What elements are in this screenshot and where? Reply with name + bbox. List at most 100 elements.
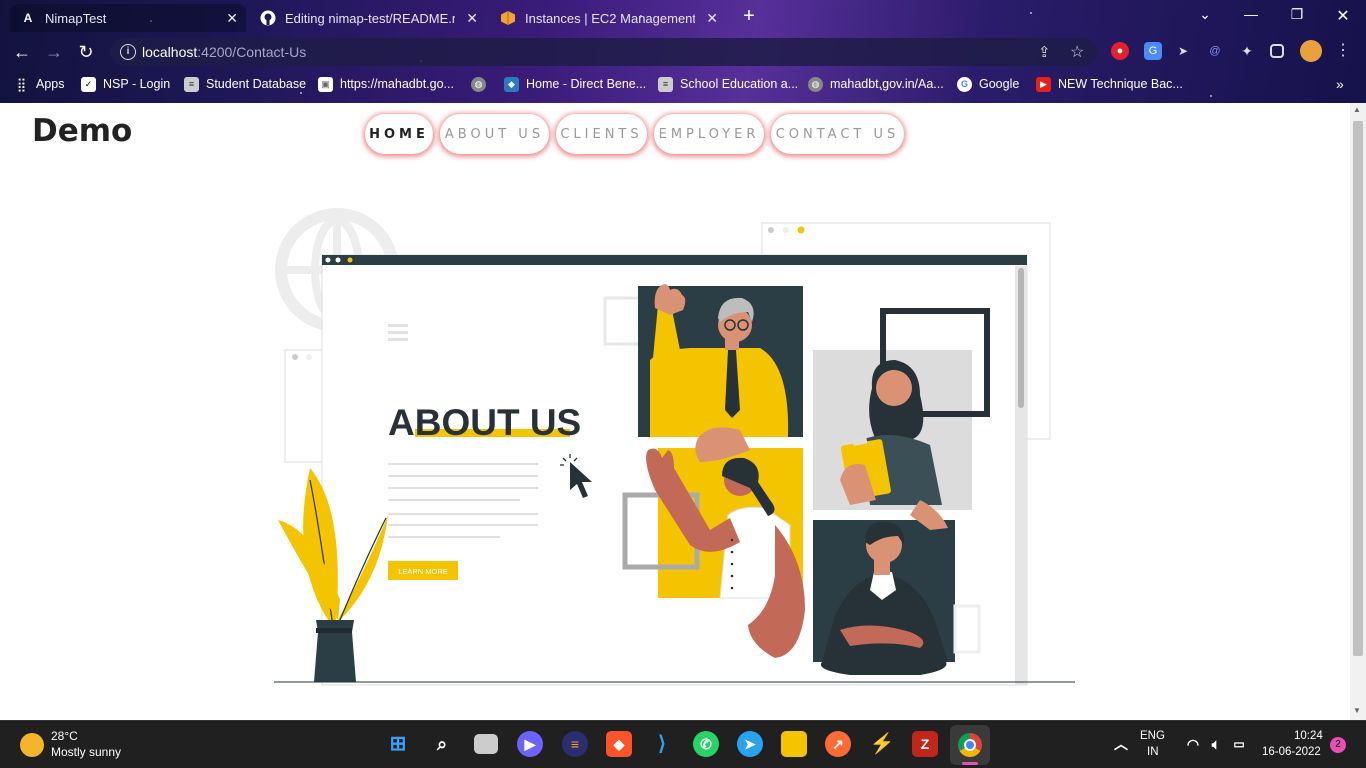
- github-icon: [260, 10, 276, 26]
- browser-toolbar: ← → ↻ i localhost:4200/Contact-Us ⇪ ☆ ● …: [0, 34, 1366, 70]
- page-scrollbar[interactable]: ▲ ▼: [1350, 103, 1366, 720]
- telegram-icon[interactable]: ➤: [737, 731, 763, 757]
- bookmark-globe[interactable]: ◍: [471, 74, 493, 94]
- language-top[interactable]: ENG: [1140, 730, 1165, 742]
- bookmark-label: Home - Direct Bene...: [526, 77, 647, 91]
- nav-about-us[interactable]: ABOUT US: [440, 114, 549, 154]
- close-icon[interactable]: ✕: [466, 10, 478, 27]
- weather-temperature[interactable]: 28°C: [51, 729, 78, 743]
- postman-icon[interactable]: ↗: [825, 731, 851, 757]
- bookmark-nsp[interactable]: ✓ NSP - Login: [81, 74, 170, 94]
- bookmark-google[interactable]: G Google: [957, 74, 1019, 94]
- bookmark-label: Apps: [36, 77, 65, 91]
- bookmarks-bar: ⣿ Apps ✓ NSP - Login ≡ Student Database ▣ ht…: [0, 72, 1366, 96]
- bookmark-star-icon[interactable]: ☆: [1070, 42, 1084, 62]
- clock-date[interactable]: 16-06-2022: [1262, 746, 1321, 758]
- tab-title: Instances | EC2 Management Con: [525, 10, 695, 26]
- weather-description[interactable]: Mostly sunny: [51, 745, 121, 759]
- nav-employer[interactable]: EMPLOYER: [654, 114, 764, 154]
- extensions-icon[interactable]: ✦: [1238, 42, 1256, 60]
- bookmark-label: Google: [979, 77, 1020, 91]
- notification-badge[interactable]: 2: [1330, 737, 1346, 753]
- restore-button[interactable]: ❐: [1282, 6, 1312, 26]
- reload-icon[interactable]: ↻: [74, 40, 98, 64]
- cursor-ext-icon[interactable]: ➤: [1174, 42, 1192, 60]
- brand-logo[interactable]: Demo: [32, 113, 132, 149]
- weather-sun-icon[interactable]: [20, 733, 44, 757]
- tab-ec2[interactable]: Instances | EC2 Management Con ✕: [490, 4, 726, 32]
- teams-chat-icon[interactable]: ▶: [517, 731, 543, 757]
- nav-contact-us[interactable]: CONTACT US: [771, 114, 904, 154]
- address-bar[interactable]: i localhost:4200/Contact-Us ⇪ ☆: [110, 38, 1098, 66]
- bookmark-student-db[interactable]: ≡ Student Database: [184, 74, 306, 94]
- vscode-icon[interactable]: ⟩: [649, 731, 675, 757]
- bookmark-label: https://mahadbt.go...: [340, 77, 454, 91]
- bookmark-direct-benefit[interactable]: ◆ Home - Direct Bene...: [504, 74, 646, 94]
- filezilla-icon[interactable]: Z: [912, 731, 938, 757]
- whatsapp-icon[interactable]: ✆: [693, 731, 719, 757]
- image-icon: ▣: [318, 76, 333, 92]
- dbt-icon: ◆: [504, 76, 519, 92]
- file-explorer-icon[interactable]: [781, 731, 807, 757]
- database-icon: ≡: [184, 76, 199, 92]
- eclipse-icon[interactable]: ≡: [562, 731, 588, 757]
- bookmark-mahadbt[interactable]: ▣ https://mahadbt.go...: [318, 74, 454, 94]
- brave-icon[interactable]: ◆: [606, 731, 632, 757]
- chrome-taskbar-button[interactable]: [950, 725, 990, 765]
- scroll-up-icon[interactable]: ▲: [1353, 105, 1361, 114]
- forward-icon[interactable]: →: [42, 40, 66, 64]
- share-icon[interactable]: ⇪: [1038, 43, 1051, 61]
- url-host: localhost: [142, 44, 198, 60]
- url-text[interactable]: localhost:4200/Contact-Us: [142, 44, 306, 60]
- bookmark-label: NEW Technique Bac...: [1058, 77, 1183, 91]
- scrollbar-thumb[interactable]: [1353, 121, 1363, 656]
- back-icon[interactable]: ←: [10, 40, 34, 64]
- close-icon[interactable]: ✕: [226, 10, 238, 27]
- link-ext-icon[interactable]: @: [1206, 42, 1224, 60]
- nav-clients[interactable]: CLIENTS: [556, 114, 647, 154]
- scroll-down-icon[interactable]: ▼: [1353, 706, 1361, 715]
- tab-title: NimapTest: [45, 10, 107, 26]
- tray-chevron-icon[interactable]: ︿: [1108, 731, 1134, 757]
- windows-taskbar: ⊞ ⌕ ▶ ≡ ◆ ⟩ ✆ ➤ ↗ ⚡ Z ︿ ENG IN ◠ 🔈︎ ▭ 10…: [0, 720, 1366, 768]
- bookmark-label: School Education a...: [680, 77, 799, 91]
- bookmark-school-education[interactable]: ≡ School Education a...: [658, 74, 798, 94]
- bookmark-mahadbt-aa[interactable]: ◍ mahadbt.gov.in/Aa...: [808, 74, 944, 94]
- translate-ext-icon[interactable]: G: [1144, 42, 1162, 60]
- brave-ext-icon[interactable]: ●: [1111, 42, 1129, 60]
- menu-icon[interactable]: ⋮: [1334, 42, 1352, 60]
- bookmark-youtube[interactable]: ▶ NEW Technique Bac...: [1036, 74, 1183, 94]
- learn-more-label: LEARN MORE: [398, 567, 448, 576]
- globe-icon: ◍: [808, 76, 823, 92]
- tab-search-icon[interactable]: ⌄: [1190, 6, 1220, 26]
- search-icon[interactable]: ⌕: [429, 731, 455, 757]
- tab-github[interactable]: Editing nimap-test/README.md at ✕: [250, 4, 486, 32]
- profile-avatar[interactable]: [1300, 40, 1322, 62]
- language-bottom[interactable]: IN: [1147, 746, 1159, 758]
- youtube-icon: ▶: [1036, 76, 1051, 92]
- sidepanel-icon[interactable]: [1270, 44, 1284, 58]
- close-window-button[interactable]: ✕: [1328, 6, 1358, 26]
- site-info-icon[interactable]: i: [120, 44, 136, 60]
- bookmark-apps[interactable]: ⣿ Apps: [14, 74, 65, 94]
- bookmark-label: NSP - Login: [103, 77, 171, 91]
- lightning-icon[interactable]: ⚡: [869, 731, 895, 757]
- url-path: :4200/Contact-Us: [197, 44, 307, 60]
- aws-icon: [500, 10, 516, 26]
- apps-grid-icon: ⣿: [16, 76, 27, 92]
- clock-time[interactable]: 10:24: [1294, 730, 1323, 742]
- google-icon: G: [957, 76, 972, 92]
- nav-home[interactable]: HOME: [365, 114, 433, 154]
- nsp-icon: ✓: [81, 76, 96, 92]
- angular-icon: A: [23, 11, 33, 25]
- tab-nimaptest[interactable]: A NimapTest ✕: [10, 4, 246, 32]
- close-icon[interactable]: ✕: [706, 10, 718, 27]
- bookmarks-overflow-icon[interactable]: »: [1336, 74, 1344, 94]
- browser-chrome: A NimapTest ✕ Editing nimap-test/README.…: [0, 0, 1366, 103]
- task-view-icon[interactable]: [474, 734, 498, 754]
- new-tab-button[interactable]: +: [738, 6, 760, 28]
- windows-start-icon[interactable]: ⊞: [385, 731, 411, 757]
- globe-icon: ◍: [471, 76, 486, 92]
- minimize-button[interactable]: —: [1236, 6, 1266, 26]
- battery-icon[interactable]: ▭: [1226, 731, 1252, 757]
